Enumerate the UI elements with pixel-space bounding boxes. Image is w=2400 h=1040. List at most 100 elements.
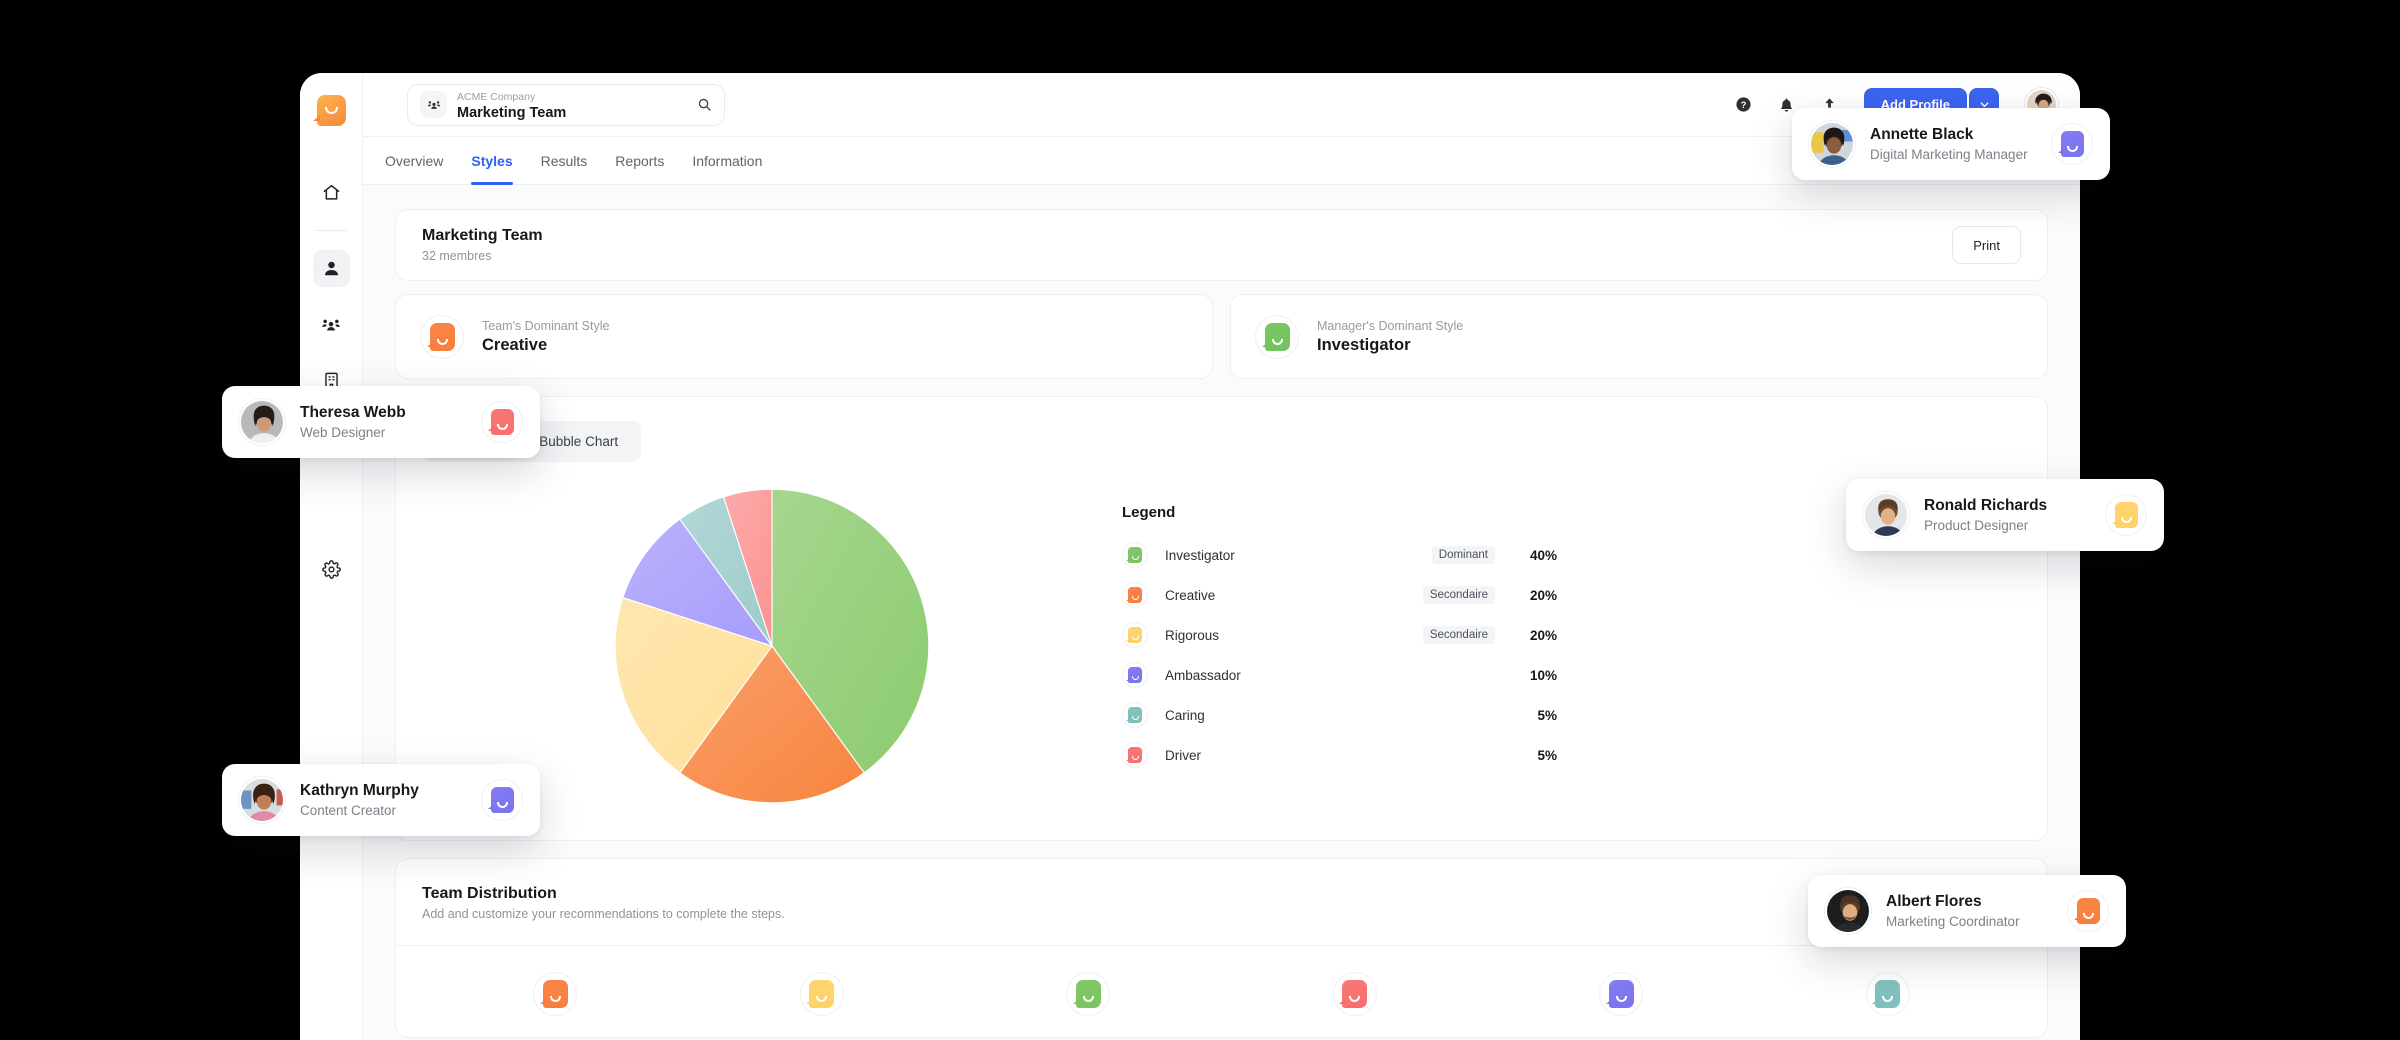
style-bubble-ring [799,972,844,1016]
legend-row: Caring 5% [1122,695,1557,735]
profile-card-theresa-webb[interactable]: Theresa Webb Web Designer [222,386,540,458]
style-bubble-ring [533,972,578,1016]
search-team-value: Marketing Team [457,104,567,121]
chat-bubble-icon [487,787,514,813]
pie-chart-svg [614,488,930,804]
avatar [239,777,285,823]
chat-bubble-icon [539,980,568,1008]
legend-label: Ambassador [1165,667,1241,683]
team-distribution-header: Team Distribution Add and customize your… [396,859,2047,946]
profile-name: Annette Black [1870,126,1974,143]
tab-reports[interactable]: Reports [615,137,664,185]
chart-legend: Legend Investigator Dominant 40% Creative Se… [1122,480,1557,775]
app-logo-icon [312,95,346,126]
legend-label: Rigorous [1165,627,1220,643]
distribution-icon-cell[interactable] [955,972,1222,1016]
distribution-icon-cell[interactable] [422,972,689,1016]
style-label: Manager's Dominant Style [1317,318,1464,333]
avatar [1863,492,1909,538]
member-count: 32 membres [422,249,492,263]
chat-bubble-icon [426,322,455,351]
sidebar-item-profile[interactable] [312,250,350,287]
legend-title: Legend [1122,504,1176,521]
chat-bubble-icon [1126,627,1142,643]
style-bubble-ring [1599,972,1644,1016]
chat-bubble-icon [1072,980,1101,1008]
distribution-icon-cell[interactable] [689,972,956,1016]
bell-icon[interactable] [1778,96,1795,113]
profile-card-kathryn-murphy[interactable]: Kathryn Murphy Content Creator [222,764,540,836]
chat-bubble-icon [2111,502,2138,528]
style-bubble-ring [1255,314,1299,359]
tab-results[interactable]: Results [541,137,588,185]
team-header-card: Marketing Team 32 membres Print [395,209,2048,281]
status-badge: Dominant [1431,546,1495,564]
legend-percent: 20% [1529,627,1557,643]
style-bubble-ring [481,779,523,821]
home-icon [322,183,341,202]
profile-name: Albert Flores [1886,893,1982,910]
legend-row: Rigorous Secondaire 20% [1122,615,1557,655]
legend-label: Creative [1165,587,1216,603]
tab-overview[interactable]: Overview [385,137,443,185]
sidebar-item-home[interactable] [313,174,350,211]
profile-card-ronald-richards[interactable]: Ronald Richards Product Designer [1846,479,2164,551]
chat-bubble-icon [1605,980,1634,1008]
profile-card-annette-black[interactable]: Annette Black Digital Marketing Manager [1792,108,2110,180]
profile-text: Albert Flores Marketing Coordinator [1886,893,2052,929]
people-group-icon [321,315,341,335]
distribution-icon-cell[interactable] [1755,972,2022,1016]
legend-label: Investigator [1165,547,1235,563]
profile-name: Kathryn Murphy [300,782,419,799]
distribution-icon-cell[interactable] [1222,972,1489,1016]
legend-bubble-ring [1122,622,1148,648]
legend-bubble-ring [1122,702,1148,728]
profile-role: Digital Marketing Manager [1870,147,2028,162]
style-bubble-ring [2105,494,2147,536]
profile-text: Annette Black Digital Marketing Manager [1870,126,2036,162]
legend-percent: 5% [1537,707,1557,723]
manager-dominant-style-card: Manager's Dominant Style Investigator [1230,294,2048,379]
help-circle-icon[interactable]: ? [1735,96,1752,113]
tab-styles[interactable]: Styles [471,137,513,185]
legend-percent: 20% [1529,587,1557,603]
person-icon [322,259,341,278]
team-dominant-style-card: Team's Dominant Style Creative [395,294,1213,379]
profile-role: Marketing Coordinator [1886,914,2020,929]
distribution-icon-cell[interactable] [1488,972,1755,1016]
team-search-input[interactable]: ACME Company Marketing Team [407,83,725,126]
chat-bubble-icon [1126,547,1142,563]
svg-text:?: ? [1740,100,1746,110]
search-icon[interactable] [697,97,712,112]
style-bubble-ring [2051,123,2093,165]
style-name: Investigator [1317,335,1411,354]
chat-bubble-icon [487,409,514,435]
profile-name: Theresa Webb [300,404,406,421]
chat-bubble-icon [1126,747,1142,763]
legend-row: Driver 5% [1122,735,1557,775]
legend-label: Driver [1165,747,1201,763]
style-bubble-ring [1066,972,1111,1016]
profile-card-albert-flores[interactable]: Albert Flores Marketing Coordinator [1808,875,2126,947]
status-badge: Secondaire [1422,626,1495,644]
profile-role: Product Designer [1924,518,2029,533]
profile-text: Theresa Webb Web Designer [300,404,466,440]
people-group-icon [420,91,447,118]
avatar [1825,888,1871,934]
print-button[interactable]: Print [1952,226,2021,264]
style-bubble-ring [420,314,464,359]
tab-information[interactable]: Information [692,137,762,185]
page-title: Marketing Team [422,227,543,244]
legend-bubble-ring [1122,742,1148,768]
chat-bubble-icon [2057,131,2084,157]
screen: ACME Company Marketing Team ? Add Profil… [0,0,2400,1040]
style-name: Creative [482,335,548,354]
legend-bubble-ring [1122,542,1148,568]
pie-chart[interactable] [422,480,1122,806]
sidebar-item-teams[interactable] [313,306,350,343]
legend-row: Ambassador 10% [1122,655,1557,695]
styles-chart-card: Pie Chart Bubble Chart Legend Investigat… [395,396,2048,841]
sidebar-item-settings[interactable] [313,551,350,588]
legend-badge-cell: Dominant [1365,546,1495,564]
search-company-label: ACME Company [457,90,536,103]
